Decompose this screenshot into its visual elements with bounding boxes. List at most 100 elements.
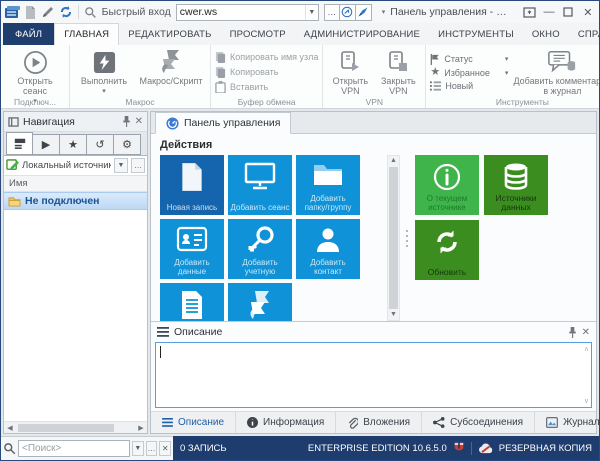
scroll-down-icon[interactable]: ▼ (390, 310, 397, 320)
status-button[interactable]: Статус ▾ (430, 53, 508, 65)
nav-tab-tree[interactable] (6, 132, 33, 155)
scroll-up-icon[interactable]: ▲ (390, 156, 397, 166)
tab-attachments[interactable]: Вложения (336, 412, 423, 433)
close-vpn-button[interactable]: Закрыть VPN (375, 49, 421, 96)
tile-add-macro[interactable]: Добавить (228, 283, 292, 321)
quick-connect-session-icon[interactable] (339, 3, 356, 21)
tab-description[interactable]: Описание (151, 412, 237, 433)
tab-information[interactable]: Информация (236, 412, 337, 433)
gear-icon: ⚙ (122, 139, 132, 151)
datasource-icon (6, 159, 19, 172)
hscroll-thumb[interactable] (18, 423, 114, 432)
datasource-more-button[interactable]: … (131, 158, 145, 173)
share-icon (433, 417, 445, 428)
add-comment-button[interactable]: Добавить комментарий в журнал (510, 49, 599, 96)
ribbon-group-clipboard: Копировать имя узла Копировать Вставить … (211, 45, 324, 108)
document-icon (160, 162, 224, 192)
minimize-button[interactable]: — (542, 3, 556, 21)
ribbon-tab-window[interactable]: ОКНО (523, 23, 569, 45)
favorites-button[interactable]: ★ Избранное ▾ (430, 66, 508, 78)
quick-connect-input[interactable] (176, 4, 305, 20)
main-panel: Панель управления Действия Новая запись (150, 111, 599, 434)
name-column-header[interactable]: Имя (4, 176, 147, 192)
pin-icon[interactable] (122, 116, 131, 127)
id-card-icon (160, 226, 224, 252)
tile-new-entry[interactable]: Новая запись (160, 155, 224, 215)
scroll-right-icon[interactable]: ▶ (135, 424, 147, 432)
ribbon-tab-view[interactable]: ПРОСМОТР (221, 23, 295, 45)
datasource-selector[interactable]: Локальный источник д... (22, 160, 111, 171)
quick-connect-label: Быстрый вход (101, 6, 171, 18)
search-options-button[interactable]: … (145, 441, 158, 456)
navigation-title: Навигация (23, 115, 75, 128)
tiles-splitter[interactable] (400, 155, 413, 321)
tile-current-source-info[interactable]: О текущем источнике (415, 155, 479, 215)
ribbon-tab-tools[interactable]: ИНСТРУМЕНТЫ (429, 23, 523, 45)
edit-icon[interactable] (41, 4, 54, 20)
navigation-close-icon[interactable]: ✕ (135, 116, 143, 127)
navigation-hscrollbar[interactable]: ◀ ▶ (4, 421, 147, 433)
nav-tab-history[interactable]: ↺ (87, 134, 114, 155)
app-window: Быстрый вход ▼ … ▾ Панель управления - R… (0, 0, 600, 461)
nav-tab-favorites[interactable]: ★ (60, 134, 87, 155)
pin-icon[interactable] (568, 326, 577, 338)
tile-add-document[interactable]: Добавить (160, 283, 224, 321)
paste-button[interactable]: Вставить (215, 81, 318, 93)
scroll-down-icon[interactable]: ∨ (584, 397, 589, 405)
offline-icon[interactable] (453, 442, 465, 454)
new-button[interactable]: Новый (430, 81, 508, 91)
copy-host-button[interactable]: Копировать имя узла (215, 51, 318, 63)
tile-add-session[interactable]: Добавить сеанс (228, 155, 292, 215)
quick-connect-more-button[interactable]: … (323, 3, 340, 21)
copy-button[interactable]: Копировать (215, 66, 318, 78)
search-icon[interactable] (84, 4, 97, 20)
navigation-tab-strip: ▶ ★ ↺ ⚙ (4, 132, 147, 156)
tab-dashboard[interactable]: Панель управления (155, 112, 292, 134)
tile-refresh[interactable]: Обновить (415, 220, 479, 280)
search-dropdown-icon[interactable]: ▼ (132, 441, 144, 456)
description-textarea[interactable]: ∧ ∨ (155, 342, 592, 408)
title-dropdown-icon[interactable]: ▾ (382, 8, 386, 16)
tab-journals[interactable]: Журналы (535, 412, 599, 433)
tile-add-data[interactable]: Добавить данные (160, 219, 224, 279)
quick-connect-dropdown-icon[interactable]: ▼ (304, 4, 318, 20)
datasource-dropdown-icon[interactable]: ▼ (114, 158, 128, 173)
tile-data-sources[interactable]: Источники данных (484, 155, 548, 215)
search-input[interactable] (18, 440, 130, 457)
vscroll-thumb[interactable] (389, 167, 398, 309)
tile-add-contact[interactable]: Добавить контакт (296, 219, 360, 279)
record-count: 0 ЗАПИСЬ (180, 442, 227, 454)
actions-vscrollbar[interactable]: ▲ ▼ (387, 155, 400, 321)
description-close-icon[interactable]: ✕ (582, 327, 590, 338)
ribbon-tab-administration[interactable]: АДМИНИСТРИРОВАНИЕ (295, 23, 429, 45)
ribbon-tab-file[interactable]: ФАЙЛ (3, 23, 55, 45)
nav-tab-sessions[interactable]: ▶ (33, 134, 60, 155)
scroll-up-icon[interactable]: ∧ (584, 345, 589, 353)
fullscreen-icon[interactable] (522, 3, 536, 21)
ribbon-tab-help[interactable]: СПРАВКА (569, 23, 599, 45)
tab-sub-connections[interactable]: Субсоединения (422, 412, 536, 433)
scroll-left-icon[interactable]: ◀ (4, 424, 16, 432)
macro-script-button[interactable]: Макрос/Скрипт (136, 49, 206, 86)
maximize-button[interactable] (561, 3, 575, 21)
backup-icon[interactable] (478, 443, 493, 454)
refresh-icon[interactable] (59, 4, 73, 20)
open-vpn-button[interactable]: Открыть VPN (327, 49, 373, 96)
search-clear-icon[interactable]: ✕ (159, 441, 172, 456)
description-tab-bar: Описание Информация Вложения Субсоединен… (151, 411, 599, 433)
ribbon-group-tools: Статус ▾ ★ Избранное ▾ Новый Добавить комм… (426, 45, 599, 108)
person-icon (296, 226, 360, 254)
quick-connect-go-icon[interactable] (355, 3, 372, 21)
star-icon: ★ (68, 139, 78, 151)
nav-tab-settings[interactable]: ⚙ (114, 134, 141, 155)
close-button[interactable]: ✕ (581, 3, 595, 21)
new-entry-icon[interactable] (25, 4, 36, 20)
tree-item-not-connected[interactable]: Не подключен (4, 192, 147, 210)
run-button[interactable]: Выполнить ▾ (74, 49, 134, 97)
ribbon-tab-edit[interactable]: РЕДАКТИРОВАТЬ (119, 23, 220, 45)
open-vpn-icon (338, 49, 362, 75)
tile-add-folder[interactable]: Добавить папку/группу (296, 155, 360, 215)
ribbon-tab-home[interactable]: ГЛАВНАЯ (54, 23, 120, 45)
tile-add-credential[interactable]: Добавить учетную (228, 219, 292, 279)
star-icon: ★ (430, 66, 441, 78)
